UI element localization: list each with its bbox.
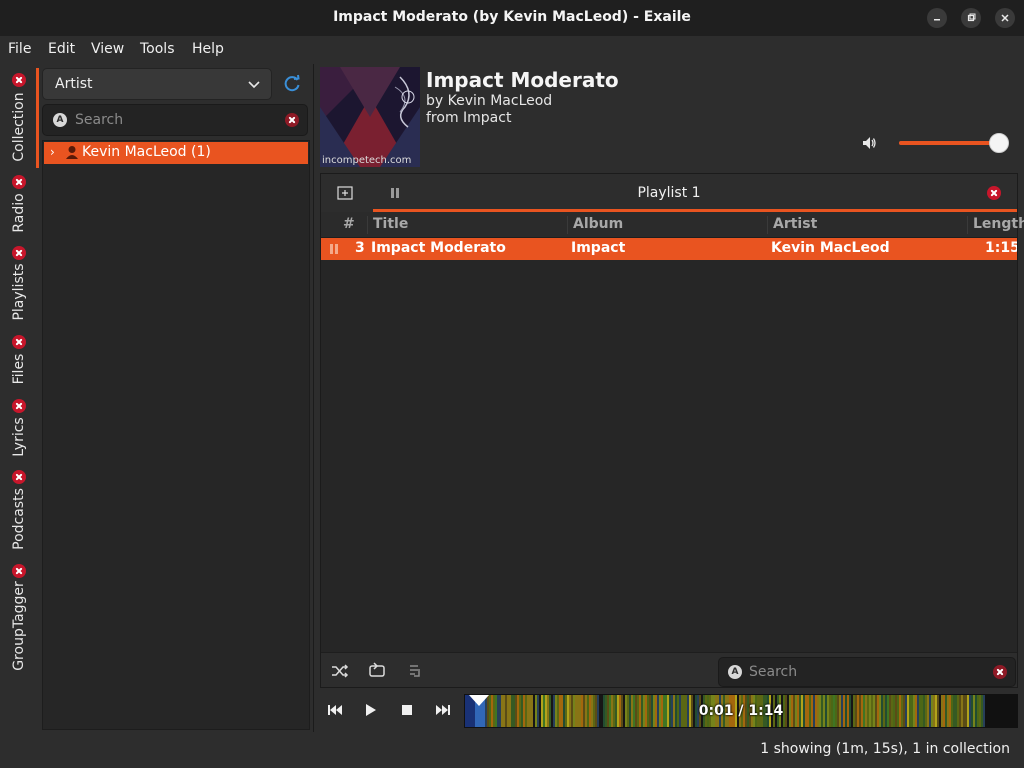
collection-search-placeholder: Search xyxy=(75,112,124,128)
dynamic-playlist-icon[interactable] xyxy=(408,663,422,679)
close-files-tab-icon[interactable] xyxy=(12,335,26,349)
row-title: Impact Moderato xyxy=(371,240,506,256)
close-podcasts-tab-icon[interactable] xyxy=(12,470,26,484)
playlist-column-header: # Title Album Artist Length xyxy=(321,212,1024,238)
expander-icon[interactable]: › xyxy=(50,145,55,159)
tab-label: Lyrics xyxy=(11,417,27,457)
row-artist: Kevin MacLeod xyxy=(771,240,890,256)
column-artist[interactable]: Artist xyxy=(773,216,817,232)
search-icon: A xyxy=(728,665,742,679)
tab-label: Podcasts xyxy=(11,488,27,550)
volume-fill xyxy=(899,141,999,145)
now-playing-artist: by Kevin MacLeod xyxy=(426,93,553,109)
close-icon xyxy=(1001,14,1009,22)
close-lyrics-tab-icon[interactable] xyxy=(12,399,26,413)
search-icon: A xyxy=(53,113,67,127)
collection-search-field[interactable]: A Search xyxy=(42,104,308,136)
tab-lyrics[interactable]: Lyrics xyxy=(0,415,38,461)
tab-grouptagger[interactable]: GroupTagger xyxy=(0,580,38,674)
status-text: 1 showing (1m, 15s), 1 in collection xyxy=(760,741,1010,757)
tab-label: Collection xyxy=(11,92,27,162)
close-collection-tab-icon[interactable] xyxy=(12,73,26,87)
now-playing-album: from Impact xyxy=(426,110,512,126)
refresh-icon[interactable] xyxy=(282,74,302,94)
restore-icon xyxy=(967,13,976,22)
menu-edit[interactable]: Edit xyxy=(48,41,75,57)
maximize-button[interactable] xyxy=(961,8,981,28)
seek-time-label: 0:01 / 1:14 xyxy=(698,703,784,719)
side-tab-strip: Collection Radio Playlists Files Lyrics … xyxy=(0,64,40,732)
column-divider xyxy=(967,216,968,234)
row-album: Impact xyxy=(571,240,626,256)
window-title: Impact Moderato (by Kevin MacLeod) - Exa… xyxy=(333,9,691,25)
volume-slider[interactable] xyxy=(899,141,999,145)
menu-view[interactable]: View xyxy=(91,41,124,57)
tab-collection[interactable]: Collection xyxy=(0,91,38,165)
close-playlists-tab-icon[interactable] xyxy=(12,246,26,260)
close-radio-tab-icon[interactable] xyxy=(12,175,26,189)
artist-icon xyxy=(66,146,78,159)
shuffle-icon[interactable] xyxy=(331,663,349,679)
menu-bar: File Edit View Tools Help xyxy=(0,36,1024,64)
column-number[interactable]: # xyxy=(343,216,355,232)
column-divider xyxy=(767,216,768,234)
repeat-icon[interactable] xyxy=(368,662,386,678)
tab-label: Playlists xyxy=(11,263,27,321)
column-album[interactable]: Album xyxy=(573,216,623,232)
tab-playlists[interactable]: Playlists xyxy=(0,262,38,324)
collection-tree: › Kevin MacLeod (1) xyxy=(42,140,310,730)
tab-label: GroupTagger xyxy=(11,581,27,671)
tab-label: Radio xyxy=(11,193,27,233)
close-playlist-icon[interactable] xyxy=(987,186,1001,200)
tab-playlist-1[interactable]: Playlist 1 xyxy=(321,185,1017,201)
collection-panel: Artist A Search › Kevin MacLeod (1) xyxy=(40,64,314,732)
seek-bar[interactable]: 0:01 / 1:14 xyxy=(464,694,1018,728)
row-length: 1:15 xyxy=(985,240,1017,256)
status-bar: 1 showing (1m, 15s), 1 in collection xyxy=(0,734,1024,768)
playlist-tab-bar: Playlist 1 xyxy=(321,174,1017,212)
menu-file[interactable]: File xyxy=(8,41,31,57)
column-divider xyxy=(367,216,368,234)
view-mode-select[interactable]: Artist xyxy=(42,68,272,100)
clear-search-icon[interactable] xyxy=(993,665,1007,679)
title-bar: Impact Moderato (by Kevin MacLeod) - Exa… xyxy=(0,0,1024,36)
close-window-button[interactable] xyxy=(995,8,1015,28)
close-grouptagger-tab-icon[interactable] xyxy=(12,564,26,578)
tab-label: Files xyxy=(11,353,27,385)
album-cover: incompetech.com xyxy=(320,67,420,167)
tab-radio[interactable]: Radio xyxy=(0,191,38,237)
tab-files[interactable]: Files xyxy=(0,351,38,389)
column-divider xyxy=(567,216,568,234)
play-icon[interactable] xyxy=(365,703,377,717)
row-number: 3 xyxy=(355,240,365,256)
clear-search-icon[interactable] xyxy=(285,113,299,127)
playlist-search-field[interactable]: A Search xyxy=(718,657,1016,687)
paused-indicator-icon xyxy=(330,244,338,254)
transport-controls xyxy=(320,690,465,730)
volume-icon[interactable] xyxy=(861,135,877,151)
minimize-button[interactable] xyxy=(927,8,947,28)
cover-caption: incompetech.com xyxy=(322,155,412,166)
column-length[interactable]: Length xyxy=(973,216,1024,232)
volume-slider-handle[interactable] xyxy=(989,133,1009,153)
now-playing-title: Impact Moderato xyxy=(426,68,619,92)
menu-help[interactable]: Help xyxy=(192,41,224,57)
chevron-down-icon xyxy=(248,81,260,89)
next-track-icon[interactable] xyxy=(435,704,451,716)
playlist-footer: A Search xyxy=(321,652,1017,687)
tab-podcasts[interactable]: Podcasts xyxy=(0,486,38,554)
tree-item-label: Kevin MacLeod (1) xyxy=(82,144,211,160)
playlist-search-placeholder: Search xyxy=(749,664,798,680)
menu-tools[interactable]: Tools xyxy=(140,41,175,57)
stop-icon[interactable] xyxy=(401,704,413,716)
table-row[interactable]: 3 Impact Moderato Impact Kevin MacLeod 1… xyxy=(321,238,1017,260)
playlist-panel: Playlist 1 # Title Album Artist Length 3… xyxy=(320,173,1024,688)
view-mode-value: Artist xyxy=(55,76,93,92)
tree-item-artist[interactable]: › Kevin MacLeod (1) xyxy=(44,142,308,164)
minimize-icon xyxy=(934,19,940,21)
active-tab-indicator xyxy=(36,68,39,168)
column-title[interactable]: Title xyxy=(373,216,408,232)
previous-track-icon[interactable] xyxy=(327,704,343,716)
cover-art-image xyxy=(320,67,420,167)
